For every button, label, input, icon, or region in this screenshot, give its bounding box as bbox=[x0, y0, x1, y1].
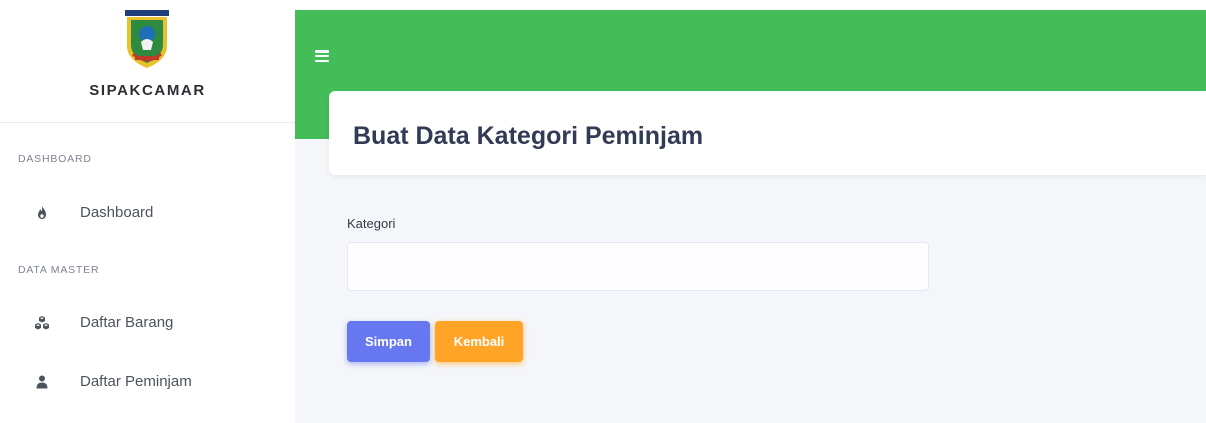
sidebar-item-label: Daftar Barang bbox=[80, 314, 174, 331]
top-spacer bbox=[295, 0, 1206, 10]
brand-name: SIPAKCAMAR bbox=[89, 82, 206, 99]
section-label-data-master: DATA MASTER bbox=[18, 264, 100, 276]
kategori-input[interactable] bbox=[347, 242, 929, 291]
sidebar-item-daftar-peminjam[interactable]: Daftar Peminjam bbox=[0, 362, 295, 402]
sidebar: SIPAKCAMAR DASHBOARD Dashboard DATA MAST… bbox=[0, 0, 295, 423]
kategori-label: Kategori bbox=[347, 216, 396, 231]
sidebar-item-label: Daftar Peminjam bbox=[80, 373, 192, 390]
hamburger-icon[interactable] bbox=[315, 50, 329, 62]
kembali-button[interactable]: Kembali bbox=[435, 321, 523, 362]
sidebar-item-daftar-barang[interactable]: Daftar Barang bbox=[0, 303, 295, 343]
page-title: Buat Data Kategori Peminjam bbox=[353, 122, 704, 150]
sidebar-brand: SIPAKCAMAR bbox=[0, 0, 295, 123]
sidebar-item-label: Dashboard bbox=[80, 204, 154, 221]
province-emblem-icon[interactable] bbox=[121, 10, 173, 70]
sidebar-item-dashboard[interactable]: Dashboard bbox=[0, 193, 295, 233]
simpan-button[interactable]: Simpan bbox=[347, 321, 430, 362]
cubes-icon bbox=[35, 316, 49, 330]
main-content: Buat Data Kategori Peminjam Kategori Sim… bbox=[295, 0, 1206, 423]
section-label-dashboard: DASHBOARD bbox=[18, 153, 92, 165]
fire-icon bbox=[38, 206, 46, 219]
user-icon bbox=[36, 375, 48, 389]
page-title-card: Buat Data Kategori Peminjam bbox=[329, 91, 1206, 175]
